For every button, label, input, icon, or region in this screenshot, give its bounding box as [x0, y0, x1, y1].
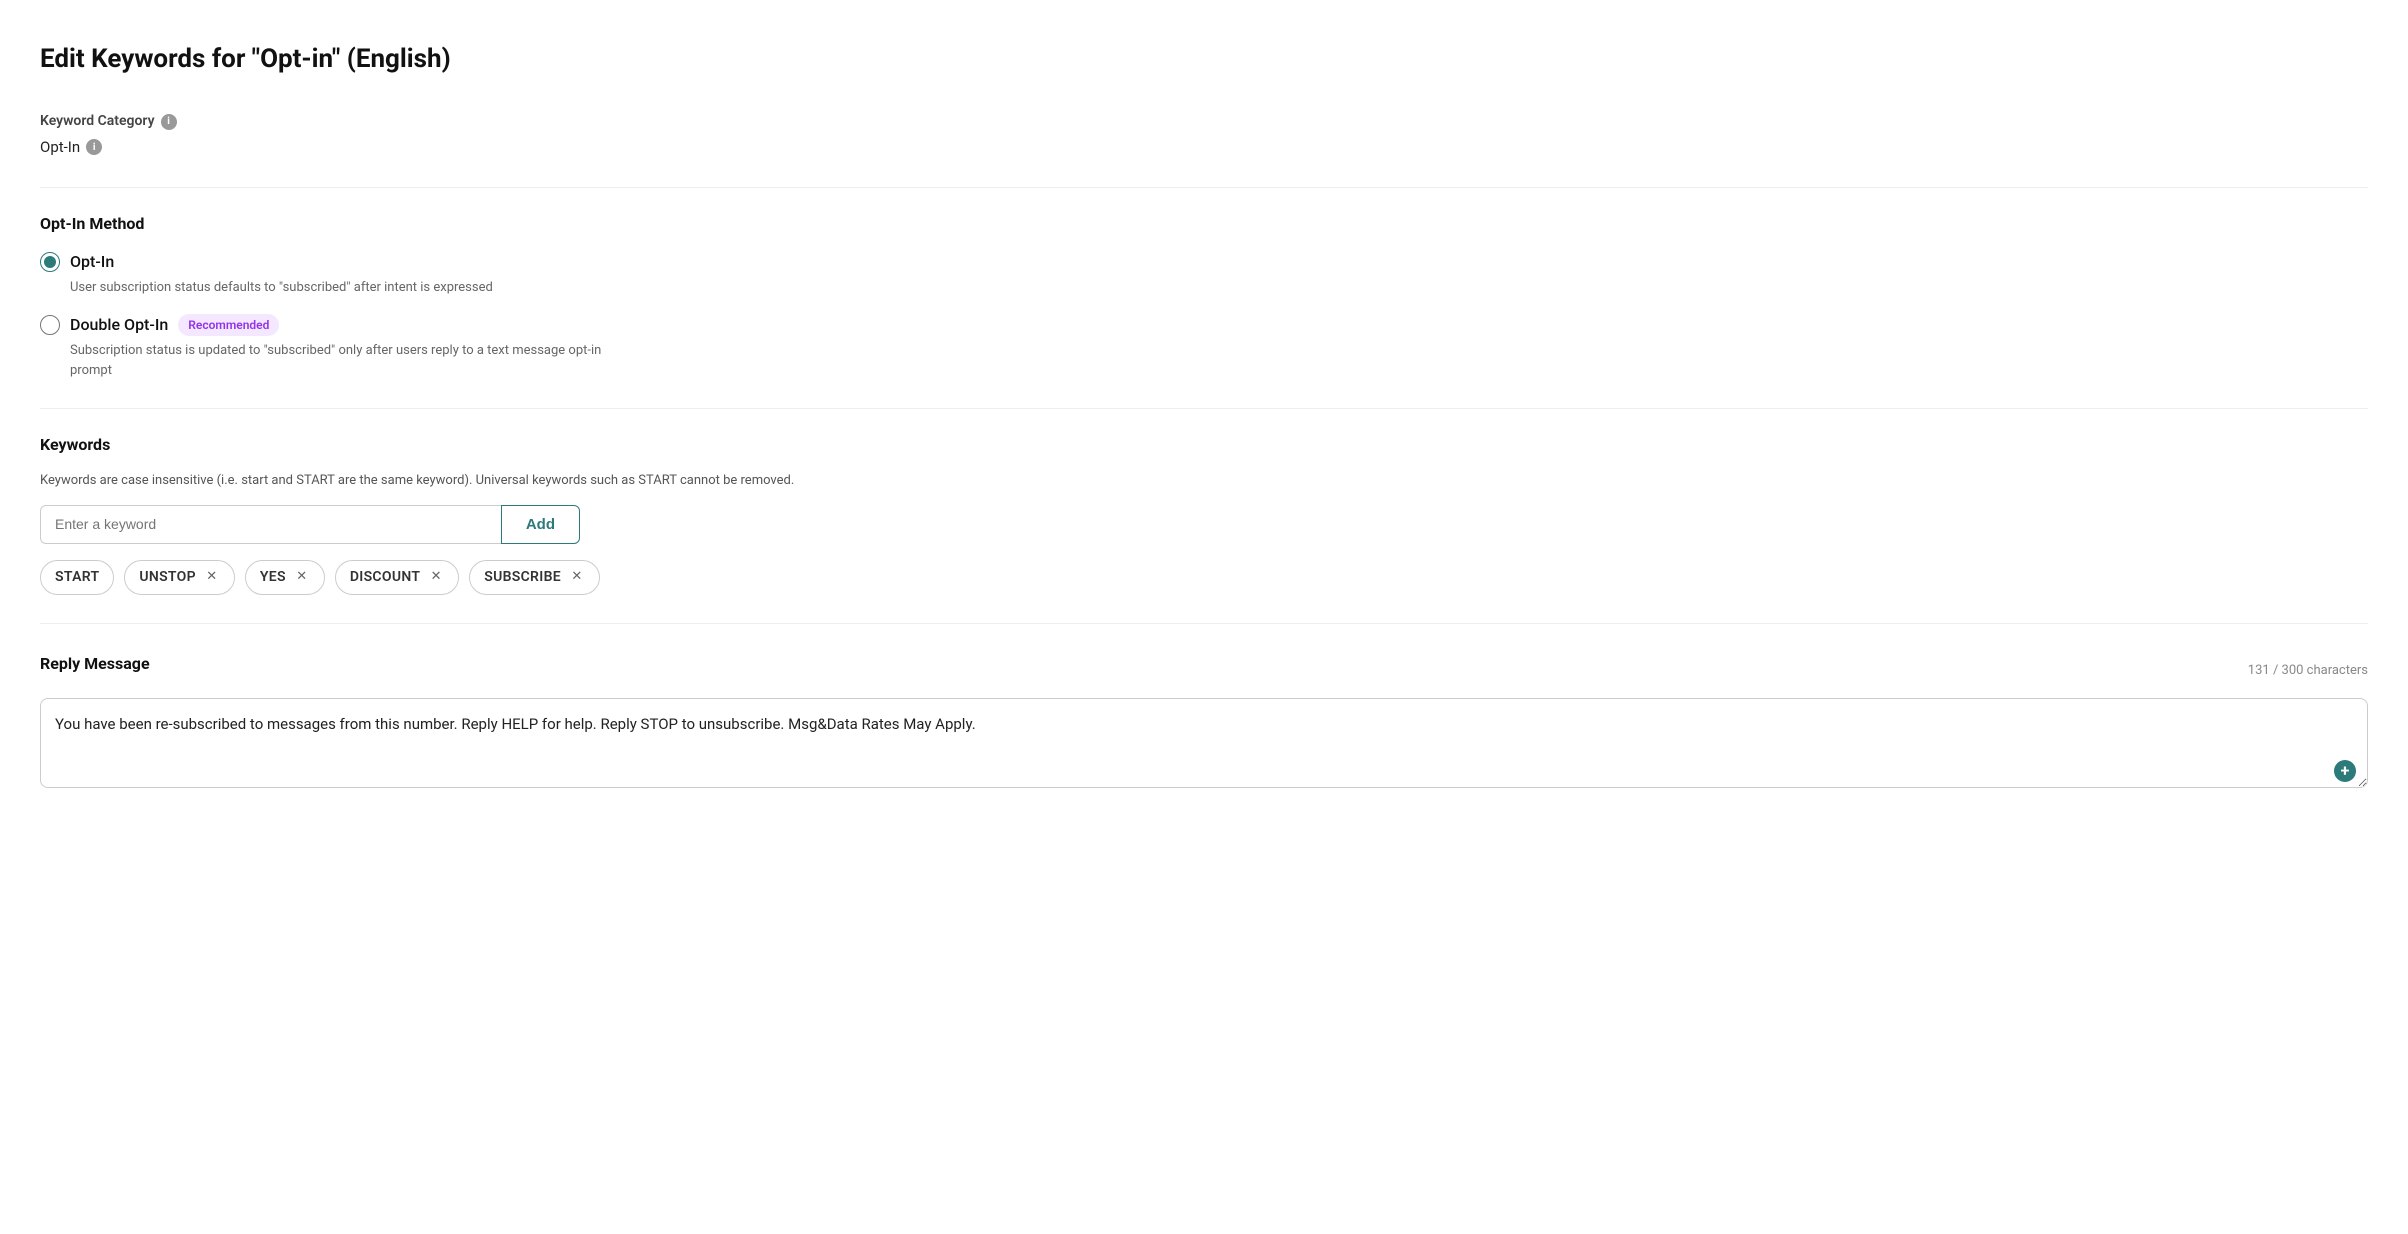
recommended-badge: Recommended: [178, 314, 279, 336]
keyword-tag-subscribe-label: SUBSCRIBE: [484, 567, 561, 588]
keyword-input-row: Add: [40, 505, 580, 544]
opt-in-label: Opt-In: [70, 250, 114, 274]
keyword-tag-yes-remove[interactable]: ✕: [294, 569, 310, 585]
double-opt-in-radio[interactable]: [40, 315, 60, 335]
keyword-tag-subscribe-remove[interactable]: ✕: [569, 569, 585, 585]
opt-in-method-radio-group: Opt-In User subscription status defaults…: [40, 250, 2368, 381]
keyword-input[interactable]: [40, 505, 501, 544]
keywords-section: Keywords Keywords are case insensitive (…: [40, 433, 2368, 595]
keyword-tag-unstop-remove[interactable]: ✕: [204, 569, 220, 585]
keyword-category-value: Opt-In i: [40, 136, 2368, 159]
keyword-tag-subscribe: SUBSCRIBE ✕: [469, 560, 600, 595]
double-opt-in-option: Double Opt-In Recommended Subscription s…: [40, 313, 2368, 380]
reply-message-textarea[interactable]: [40, 698, 2368, 788]
opt-in-method-section: Opt-In Method Opt-In User subscription s…: [40, 212, 2368, 381]
keyword-tag-unstop: UNSTOP ✕: [124, 560, 235, 595]
keyword-category-info-icon[interactable]: i: [161, 114, 177, 130]
divider-3: [40, 623, 2368, 624]
keyword-tag-start-label: START: [55, 567, 99, 588]
reply-message-wrapper: +: [40, 698, 2368, 795]
add-keyword-button[interactable]: Add: [501, 505, 580, 544]
keyword-tag-discount-remove[interactable]: ✕: [428, 569, 444, 585]
reply-message-section: Reply Message 131 / 300 characters +: [40, 652, 2368, 795]
opt-in-radio[interactable]: [40, 252, 60, 272]
reply-message-header: Reply Message 131 / 300 characters: [40, 652, 2368, 690]
textarea-add-icon[interactable]: +: [2334, 760, 2356, 782]
reply-message-char-count: 131 / 300 characters: [2248, 661, 2368, 681]
keyword-tags: START UNSTOP ✕ YES ✕ DISCOUNT ✕ SUBSCRIB…: [40, 560, 2368, 595]
divider-2: [40, 408, 2368, 409]
keywords-description: Keywords are case insensitive (i.e. star…: [40, 471, 2368, 491]
keyword-tag-yes-label: YES: [260, 567, 286, 588]
opt-in-method-title: Opt-In Method: [40, 212, 2368, 236]
keyword-tag-discount-label: DISCOUNT: [350, 567, 420, 588]
keyword-tag-start: START: [40, 560, 114, 595]
divider-1: [40, 187, 2368, 188]
keyword-category-section: Keyword Category i Opt-In i: [40, 111, 2368, 159]
keyword-tag-yes: YES ✕: [245, 560, 325, 595]
keyword-tag-unstop-label: UNSTOP: [139, 567, 196, 588]
keyword-category-label: Keyword Category i: [40, 111, 2368, 132]
keyword-tag-discount: DISCOUNT ✕: [335, 560, 459, 595]
opt-in-info-icon[interactable]: i: [86, 139, 102, 155]
reply-message-title: Reply Message: [40, 652, 150, 676]
opt-in-option: Opt-In User subscription status defaults…: [40, 250, 2368, 298]
keywords-title: Keywords: [40, 433, 2368, 457]
opt-in-description: User subscription status defaults to "su…: [70, 278, 630, 298]
double-opt-in-label: Double Opt-In: [70, 313, 168, 337]
double-opt-in-description: Subscription status is updated to "subsc…: [70, 341, 630, 380]
page-title: Edit Keywords for "Opt-in" (English): [40, 40, 2368, 79]
